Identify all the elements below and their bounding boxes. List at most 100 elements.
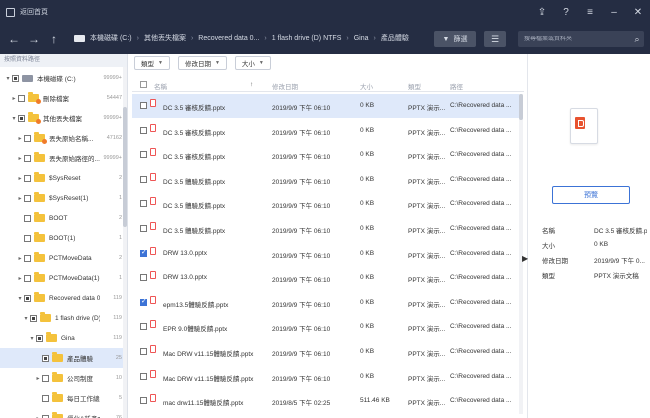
menu-icon[interactable]: ≡ — [578, 0, 602, 24]
expand-arrow-icon[interactable]: ▾ — [22, 315, 30, 322]
tree-item[interactable]: ▾ Gina 119 — [0, 328, 124, 348]
home-icon[interactable] — [6, 7, 15, 17]
back-arrow-icon[interactable]: ← — [4, 29, 24, 49]
preview-button[interactable]: 預覽 — [552, 186, 630, 204]
table-row[interactable]: DC 3.5 體驗反饋.pptx 2019/9/9 下午 06:10 0 KB PPT… — [132, 217, 519, 241]
close-icon[interactable]: ✕ — [626, 0, 650, 24]
tree-item[interactable]: 產品體驗 25 — [0, 348, 124, 368]
tree-checkbox[interactable] — [24, 234, 31, 242]
tree-item[interactable]: ▸ $SysReset 2 — [0, 168, 124, 188]
row-checkbox[interactable] — [140, 397, 147, 405]
expand-arrow-icon[interactable]: ▾ — [16, 295, 24, 302]
expand-arrow-icon[interactable]: ▸ — [16, 135, 24, 142]
expand-arrow-icon[interactable]: ▸ — [34, 415, 42, 418]
breadcrumb-item[interactable]: 其他丟失檔案 — [144, 33, 186, 43]
tree-item[interactable]: ▸優化&新產文案76 — [0, 408, 124, 418]
expand-arrow-icon[interactable]: ▸ — [16, 275, 24, 282]
expand-arrow-icon[interactable]: ▾ — [28, 335, 36, 342]
tree-item[interactable]: ▸ 丟失原始路徑的... 99999+ — [0, 148, 124, 168]
expand-arrow-icon[interactable]: ▾ — [10, 115, 18, 122]
tree-checkbox[interactable] — [24, 154, 31, 162]
table-row[interactable]: Mac DRW v11.15體驗反饋.pptx 2019/9/9 下午 06:10… — [132, 340, 519, 364]
share-icon[interactable]: ⇪ — [530, 0, 554, 24]
row-checkbox[interactable] — [140, 323, 147, 331]
back-home-link[interactable]: 返回首頁 — [20, 7, 48, 17]
tree-checkbox[interactable] — [36, 334, 43, 342]
up-arrow-icon[interactable]: ↑ — [44, 29, 64, 49]
expand-arrow-icon[interactable]: ▾ — [4, 75, 12, 82]
tree-checkbox[interactable] — [30, 314, 37, 322]
row-checkbox[interactable] — [140, 200, 147, 208]
breadcrumb-item[interactable]: 產品體驗 — [381, 33, 409, 43]
table-row[interactable]: DC 3.5 審核反饋.pptx 2019/9/9 下午 06:10 0 KB PPT… — [132, 94, 519, 118]
breadcrumb-item[interactable]: 1 flash drive (D) NTFS — [272, 35, 342, 42]
tree-checkbox[interactable] — [18, 114, 25, 122]
row-checkbox[interactable] — [140, 372, 147, 380]
type-filter-dropdown[interactable]: 類型 ▼ — [134, 56, 170, 70]
tree-item[interactable]: ▸ $SysReset(1) 1 — [0, 188, 124, 208]
table-row[interactable]: mac drw11.15體驗反饋.pptx 2019/8/5 下午 02:25 51… — [132, 389, 519, 413]
tree-item[interactable]: ▾ 1 flash drive (D) N... 119 — [0, 308, 124, 328]
breadcrumb-item[interactable]: 本機磁碟 (C:) — [90, 33, 132, 43]
expand-arrow-icon[interactable]: ▸ — [34, 375, 42, 382]
row-checkbox[interactable] — [140, 175, 147, 183]
table-row[interactable]: DC 3.5 審核反饋.pptx 2019/9/9 下午 06:10 0 KB PPT… — [132, 119, 519, 143]
tree-item[interactable]: BOOT(1) 1 — [0, 228, 124, 248]
scroll-thumb[interactable] — [519, 94, 523, 120]
forward-arrow-icon[interactable]: → — [24, 29, 44, 49]
row-checkbox[interactable] — [140, 248, 147, 257]
minimize-icon[interactable]: – — [602, 0, 626, 24]
tree-item[interactable]: ▾ 本機磁碟 (C:) 99999+ — [0, 68, 124, 88]
tree-checkbox[interactable] — [18, 94, 25, 102]
row-checkbox[interactable] — [140, 151, 147, 159]
table-row[interactable]: DC 3.5 體驗反饋.pptx 2019/9/9 下午 06:10 0 KB PPT… — [132, 168, 519, 192]
tree-checkbox[interactable] — [42, 394, 49, 402]
tree-checkbox[interactable] — [42, 374, 49, 382]
list-view-button[interactable]: ☰ — [484, 31, 506, 47]
tree-item[interactable]: ▸ 丟失原始名稱... 47162 — [0, 128, 124, 148]
date-filter-dropdown[interactable]: 修改日期 ▼ — [177, 56, 227, 70]
table-row[interactable]: Mac DRW v11.15體驗反饋.pptx 2019/9/9 下午 06:10… — [132, 365, 519, 389]
tree-item[interactable]: ▸ 公司制度 10 — [0, 368, 124, 388]
sort-asc-icon[interactable]: ↑ — [250, 81, 253, 88]
table-row[interactable]: DC 3.5 體驗反饋.pptx 2019/9/9 下午 06:10 0 KB PPT… — [132, 192, 519, 216]
expand-arrow-icon[interactable]: ▸ — [10, 95, 18, 102]
size-filter-dropdown[interactable]: 大小 ▼ — [234, 56, 271, 70]
breadcrumb-item[interactable]: Recovered data 0... — [198, 35, 259, 42]
tree-checkbox[interactable] — [24, 294, 31, 302]
column-header-date[interactable]: 修改日期 — [272, 81, 298, 91]
row-checkbox[interactable] — [140, 102, 147, 109]
search-input[interactable] — [518, 36, 630, 42]
table-row[interactable]: DRW 13.0.pptx 2019/9/9 下午 06:10 0 KB PPTX 演… — [132, 242, 519, 266]
table-row[interactable]: DC 3.5 審核反饋.pptx 2019/9/9 下午 06:10 0 KB PPT… — [132, 143, 519, 167]
tree-checkbox[interactable] — [24, 254, 31, 262]
tree-checkbox[interactable] — [24, 274, 31, 282]
tree-item[interactable]: 每日工作總結 5 — [0, 388, 124, 408]
column-header-path[interactable]: 路徑 — [450, 81, 463, 91]
tree-checkbox[interactable] — [24, 194, 31, 202]
row-checkbox[interactable] — [140, 297, 147, 306]
scroll-thumb[interactable] — [123, 107, 127, 227]
tree-item[interactable]: BOOT 2 — [0, 208, 124, 228]
tree-item[interactable]: ▸ PCTMoveData 2 — [0, 248, 124, 268]
collapse-panel-icon[interactable]: ▶ — [522, 254, 528, 263]
tree-checkbox[interactable] — [24, 174, 31, 182]
row-checkbox[interactable] — [140, 225, 147, 232]
help-icon[interactable]: ? — [554, 0, 578, 24]
row-checkbox[interactable] — [140, 274, 147, 282]
tree-item[interactable]: ▸ PCTMoveData(1) 1 — [0, 268, 124, 288]
column-header-name[interactable]: 名稱 — [154, 81, 167, 91]
row-checkbox[interactable] — [140, 348, 147, 355]
tree-checkbox[interactable] — [42, 354, 49, 362]
table-row[interactable]: DRW 13.0.pptx 2019/9/9 下午 06:10 0 KB PPTX 演… — [132, 266, 519, 290]
tree-checkbox[interactable] — [42, 414, 49, 418]
breadcrumb-item[interactable]: Gina — [354, 35, 369, 42]
tree-checkbox[interactable] — [24, 214, 31, 222]
tree-item[interactable]: ▾ Recovered data 09... 119 — [0, 288, 124, 308]
column-header-size[interactable]: 大小 — [360, 81, 373, 91]
expand-arrow-icon[interactable]: ▸ — [16, 255, 24, 262]
expand-arrow-icon[interactable]: ▸ — [16, 195, 24, 202]
filter-button[interactable]: ▼ 篩選 — [434, 31, 476, 47]
expand-arrow-icon[interactable]: ▸ — [16, 175, 24, 182]
column-header-type[interactable]: 類型 — [408, 81, 421, 91]
